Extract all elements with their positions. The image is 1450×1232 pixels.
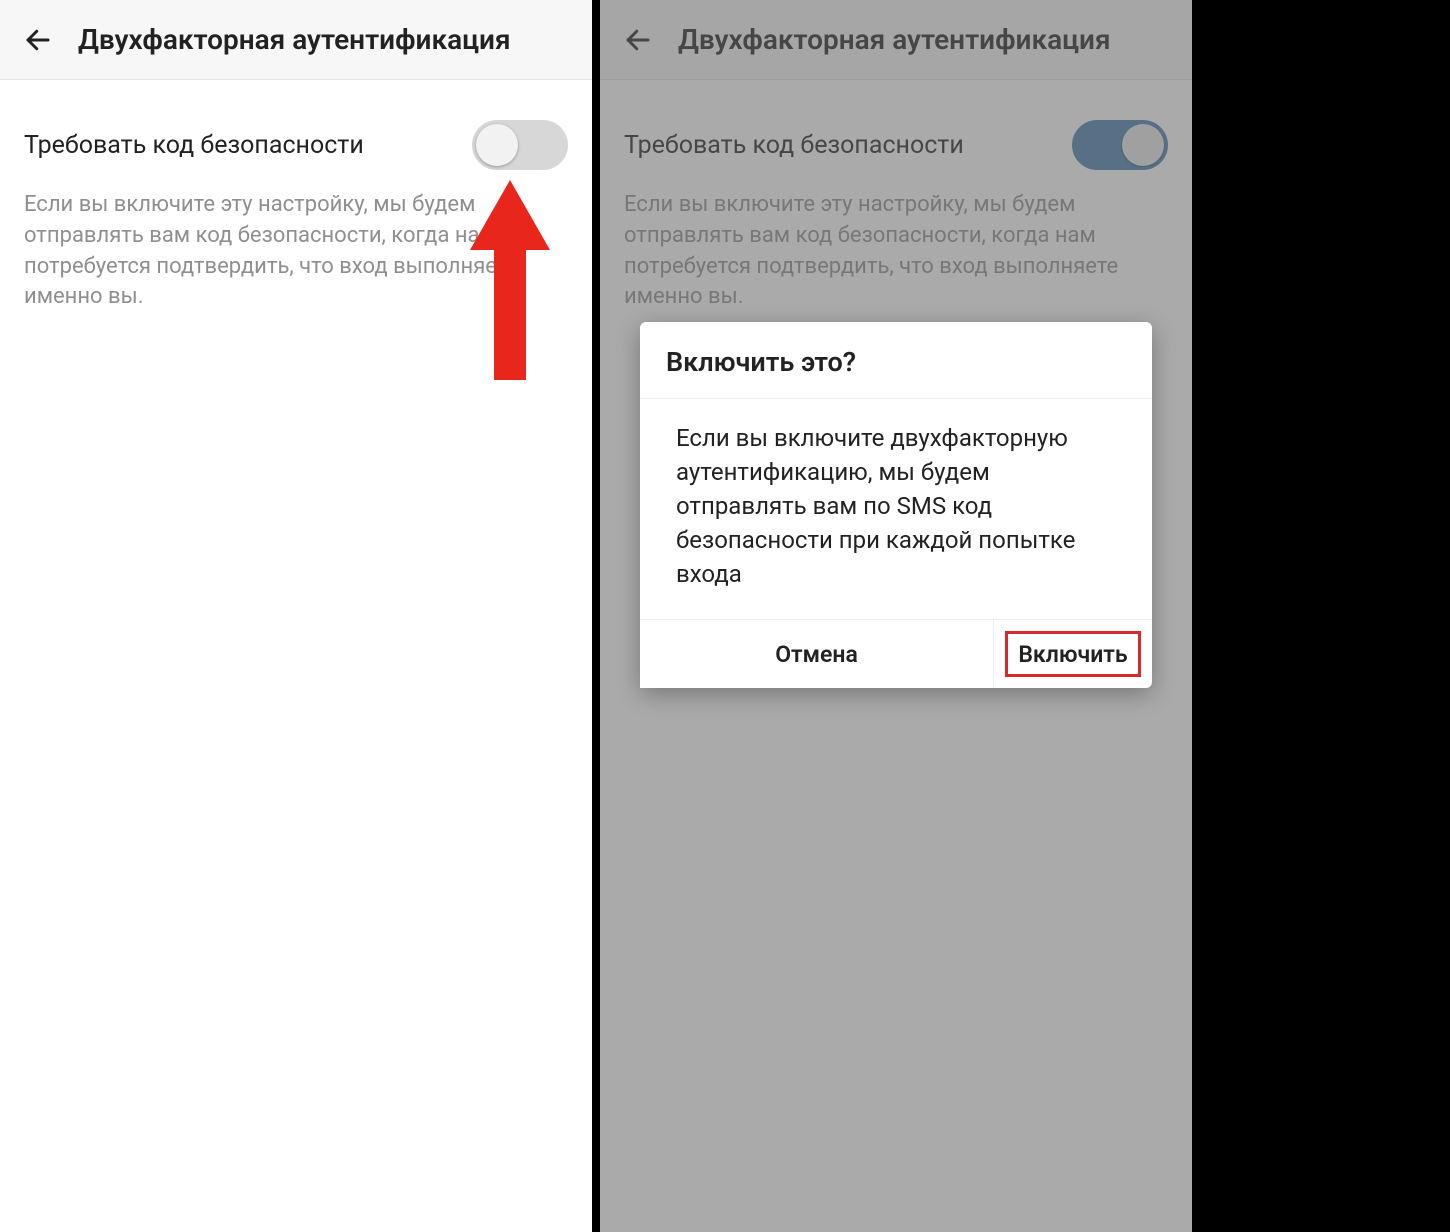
toggle-knob bbox=[476, 124, 518, 166]
security-code-toggle[interactable] bbox=[472, 120, 568, 170]
dialog-actions: Отмена Включить bbox=[640, 620, 1152, 688]
dialog-divider bbox=[993, 620, 994, 688]
confirm-dialog: Включить это? Если вы включите двухфакто… bbox=[640, 322, 1152, 688]
cancel-button[interactable]: Отмена bbox=[640, 620, 993, 688]
blank-area bbox=[1192, 0, 1450, 1232]
screen-left: Двухфакторная аутентификация Требовать к… bbox=[0, 0, 592, 1232]
confirm-button[interactable]: Включить bbox=[1000, 626, 1146, 682]
security-code-row: Требовать код безопасности bbox=[24, 104, 568, 190]
screen-right: Двухфакторная аутентификация Требовать к… bbox=[600, 0, 1192, 1232]
security-code-description: Если вы включите эту настройку, мы будем… bbox=[24, 190, 568, 313]
content: Требовать код безопасности Если вы включ… bbox=[0, 80, 592, 313]
security-code-label: Требовать код безопасности bbox=[24, 131, 364, 160]
page-title: Двухфакторная аутентификация bbox=[78, 23, 511, 56]
header: Двухфакторная аутентификация bbox=[0, 0, 592, 80]
dialog-title: Включить это? bbox=[640, 322, 1152, 399]
arrow-left-icon bbox=[23, 25, 53, 55]
back-button[interactable] bbox=[16, 18, 60, 62]
dialog-body: Если вы включите двухфакторную аутентифи… bbox=[640, 399, 1152, 620]
